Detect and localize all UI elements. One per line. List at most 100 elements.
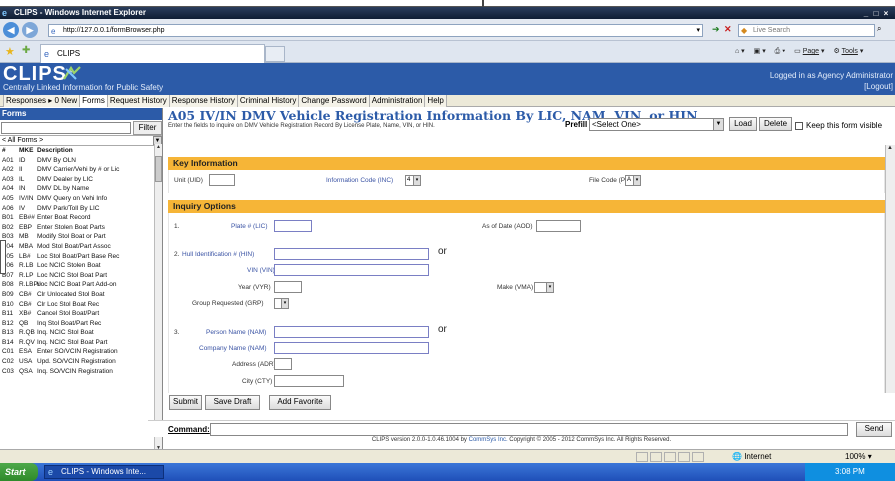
menu-administration[interactable]: Administration: [368, 95, 426, 107]
form-mke: EBP: [19, 223, 33, 231]
chevron-down-icon[interactable]: ▼: [713, 119, 723, 130]
grp-select[interactable]: ▾: [274, 298, 289, 309]
search-input[interactable]: ◆ Live Search: [738, 24, 875, 37]
form-list-item[interactable]: B06 R.LB Loc NCIC Stolen Boat: [0, 261, 162, 271]
form-list-item[interactable]: B09 CB# Clr Unlocated Stol Boat: [0, 290, 162, 300]
back-arrow-icon[interactable]: ◀: [3, 22, 19, 38]
menu-request-history[interactable]: Request History: [106, 95, 170, 107]
company-link[interactable]: CommSys Inc.: [469, 437, 508, 443]
home-icon[interactable]: ⌂ ▾: [735, 48, 745, 55]
forms-scrollbar[interactable]: ▲ ▼: [154, 144, 162, 453]
form-list-item[interactable]: B11 XB# Cancel Stol Boat/Part: [0, 309, 162, 319]
scroll-up-icon[interactable]: ▲: [155, 144, 162, 152]
form-list-item[interactable]: A02 II DMV Carrier/Vehi by # or Lic: [0, 165, 162, 175]
aod-field[interactable]: [536, 220, 581, 232]
menu-help[interactable]: Help: [424, 95, 447, 107]
menu-responses[interactable]: Responses ▸ 0 New: [3, 95, 81, 107]
form-list-item[interactable]: B10 CB# Clr Loc Stol Boat Rec: [0, 300, 162, 310]
add-favorite-icon[interactable]: ✚: [22, 45, 30, 56]
live-search-icon: ◆: [741, 26, 748, 35]
feeds-icon[interactable]: ▣ ▾: [754, 48, 766, 55]
filter-input[interactable]: [1, 122, 131, 134]
logout-link[interactable]: [Logout]: [864, 82, 893, 91]
command-input[interactable]: [210, 423, 848, 436]
form-list-item[interactable]: B04 MBA Mod Stol Boat/Part Assoc: [0, 242, 162, 252]
chevron-down-icon[interactable]: ▾: [546, 283, 553, 292]
form-mke: XB#: [19, 310, 32, 318]
menu-forms[interactable]: Forms: [79, 95, 108, 107]
zoom-level[interactable]: 100% ▾: [845, 451, 872, 463]
add-favorite-button[interactable]: Add Favorite: [269, 395, 331, 410]
form-list-item[interactable]: C01 ESA Enter SO/VCIN Registration: [0, 347, 162, 357]
form-list-item[interactable]: A01 ID DMV By OLN: [0, 156, 162, 166]
form-list-item[interactable]: A04 IN DMV DL by Name: [0, 184, 162, 194]
adr-field[interactable]: [274, 358, 292, 370]
form-list-item[interactable]: A05 IV/IN DMV Query on Vehi Info: [0, 194, 162, 204]
prefill-select[interactable]: <Select One> ▼: [589, 118, 724, 131]
adr-label: Address (ADR): [232, 361, 276, 368]
taskbar-item-ie[interactable]: e CLIPS - Windows Inte...: [44, 465, 164, 479]
form-list-item[interactable]: C03 QSA Inq. SO/VCIN Registration: [0, 367, 162, 377]
form-list-item[interactable]: B08 R.LBP#Loc NCIC Boat Part Add-on: [0, 280, 162, 290]
nam-field[interactable]: [274, 326, 429, 338]
chevron-down-icon[interactable]: ▾: [696, 25, 700, 36]
inc-select[interactable]: 4 ▾: [405, 175, 421, 186]
form-list-item[interactable]: B07 R.LP Loc NCIC Stol Boat Part: [0, 271, 162, 281]
address-input[interactable]: e http://127.0.0.1/formBrowser.php ▾: [48, 24, 703, 37]
chevron-down-icon[interactable]: ▾: [413, 176, 420, 185]
form-list-item[interactable]: C02 USA Upd. SO/VCIN Registration: [0, 357, 162, 367]
form-list-item[interactable]: B14 R.QV Inq. NCIC Stol Boat Part: [0, 338, 162, 348]
chevron-down-icon[interactable]: ▾: [633, 176, 640, 185]
save-draft-button[interactable]: Save Draft: [205, 395, 260, 410]
form-list-item[interactable]: A06 IV DMV Park/Toll By LIC: [0, 204, 162, 214]
tools-menu[interactable]: ⚙ Tools ▾: [833, 48, 863, 55]
form-description: Clr Unlocated Stol Boat: [37, 290, 105, 298]
send-button[interactable]: Send: [856, 422, 892, 437]
chevron-down-icon[interactable]: ▾: [281, 299, 288, 308]
page-menu[interactable]: ▭ Page ▾: [794, 48, 824, 55]
form-description: Inq. SO/VCIN Registration: [37, 367, 113, 375]
scroll-thumb[interactable]: [155, 156, 162, 182]
new-tab-button[interactable]: [265, 46, 285, 62]
delete-button[interactable]: Delete: [759, 117, 792, 131]
form-mke: R.LBP#: [19, 281, 42, 289]
form-list-item[interactable]: B12 QB Inq Stol Boat/Part Rec: [0, 319, 162, 329]
scroll-up-icon[interactable]: ▲: [887, 145, 893, 151]
tab-clips[interactable]: e CLIPS: [40, 44, 265, 63]
hin-field[interactable]: [274, 248, 429, 260]
vin-field[interactable]: [274, 264, 429, 276]
company-field[interactable]: [274, 342, 429, 354]
filter-button[interactable]: Filter: [133, 121, 162, 135]
form-list-item[interactable]: B01 EB## Enter Boat Record: [0, 213, 162, 223]
start-button[interactable]: Start: [0, 463, 38, 481]
form-list-item[interactable]: A03 IL DMV Dealer by LIC: [0, 175, 162, 185]
search-icon[interactable]: ⌕: [877, 24, 881, 34]
year-field[interactable]: [274, 281, 302, 293]
menu-change-password[interactable]: Change Password: [298, 95, 370, 107]
unit-field[interactable]: [209, 174, 235, 186]
form-list-item[interactable]: B13 R.QB Inq. NCIC Stol Boat: [0, 328, 162, 338]
load-button[interactable]: Load: [729, 117, 757, 131]
security-zone[interactable]: 🌐 Internet: [732, 451, 771, 463]
option-3-number: 3.: [174, 329, 180, 336]
plc-select[interactable]: A ▾: [625, 175, 641, 186]
cty-field[interactable]: [274, 375, 344, 387]
refresh-icon[interactable]: ➔: [712, 24, 720, 35]
plate-field[interactable]: [274, 220, 312, 232]
forward-arrow-icon[interactable]: ▶: [22, 22, 38, 38]
stop-icon[interactable]: ✕: [724, 24, 732, 35]
form-list-item[interactable]: B05 LB# Loc Stol Boat/Part Base Rec: [0, 252, 162, 262]
print-icon[interactable]: ⎙ ▾: [775, 48, 786, 55]
menu-response-history[interactable]: Response History: [168, 95, 238, 107]
form-list-item[interactable]: B02 EBP Enter Stolen Boat Parts: [0, 223, 162, 233]
submit-button[interactable]: Submit: [169, 395, 202, 410]
form-list-item[interactable]: B03 MB Modify Stol Boat or Part: [0, 232, 162, 242]
keep-visible[interactable]: Keep this form visible: [795, 121, 882, 130]
category-select[interactable]: < All Forms > ▼: [0, 136, 162, 146]
status-segment: [664, 452, 676, 462]
menu-criminal-history[interactable]: Criminal History: [236, 95, 300, 107]
form-scrollbar[interactable]: ▲ ▼: [885, 145, 895, 413]
make-select[interactable]: ▾: [534, 282, 554, 293]
favorites-star-icon[interactable]: ★: [5, 45, 15, 58]
keep-visible-checkbox[interactable]: [795, 121, 803, 130]
